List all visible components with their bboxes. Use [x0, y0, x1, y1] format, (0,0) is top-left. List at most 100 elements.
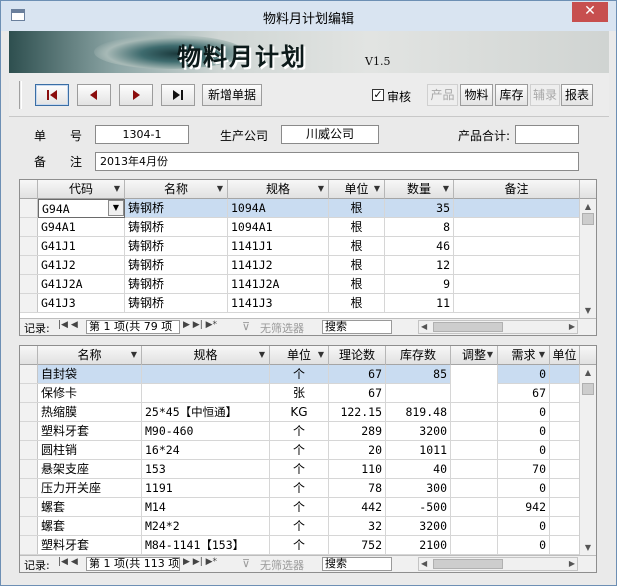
table-row[interactable]: 热缩膜 25*45【中恒通】 KG 122.15 819.48 0 — [20, 403, 596, 422]
table-row[interactable]: G41J2 铸钢桥 1141J2 根 12 — [20, 256, 596, 275]
no-filter-icon[interactable]: ⊽ — [242, 557, 250, 570]
cell-stock[interactable]: -500 — [386, 498, 451, 517]
cell-name[interactable]: 圆柱销 — [38, 441, 142, 460]
cell-spec[interactable]: 1094A1 — [228, 218, 329, 237]
cell-unit[interactable]: 根 — [329, 256, 385, 275]
cell-note[interactable] — [454, 256, 580, 275]
cell-theory[interactable]: 122.15 — [329, 403, 386, 422]
table-row[interactable]: 圆柱销 16*24 个 20 1011 0 — [20, 441, 596, 460]
scroll-thumb[interactable] — [433, 322, 503, 332]
row-selector[interactable] — [20, 517, 38, 535]
cell-adjust[interactable] — [451, 460, 498, 479]
col-header-spec[interactable]: 规格 ▼ — [142, 346, 270, 365]
nav-first-prev-icon[interactable]: |◀ ◀ — [58, 320, 78, 330]
no-filter-icon[interactable]: ⊽ — [242, 320, 250, 333]
cell-code[interactable]: G94A1 — [38, 218, 125, 237]
cell-qty[interactable]: 9 — [385, 275, 454, 294]
cell-unit[interactable]: 根 — [329, 275, 385, 294]
cell-stock[interactable]: 3200 — [386, 422, 451, 441]
row-selector[interactable] — [20, 460, 38, 478]
product-grid-vscroll[interactable]: ▲ ▼ — [579, 199, 596, 319]
cell-adjust[interactable] — [451, 536, 498, 555]
cell-note[interactable] — [454, 199, 580, 218]
cell-name[interactable]: 热缩膜 — [38, 403, 142, 422]
table-row[interactable]: G94A 铸钢桥 1094A 根 35 ▼ — [20, 199, 596, 218]
cell-stock[interactable] — [386, 384, 451, 403]
cell-spec[interactable]: 1141J1 — [228, 237, 329, 256]
cell-spec[interactable]: 1141J2A — [228, 275, 329, 294]
cell-name[interactable]: 螺套 — [38, 517, 142, 536]
cell-name[interactable]: 铸钢桥 — [125, 237, 228, 256]
scroll-thumb[interactable] — [433, 559, 503, 569]
first-record-button[interactable] — [35, 84, 69, 106]
cell-spec[interactable]: 16*24 — [142, 441, 270, 460]
row-selector[interactable] — [20, 536, 38, 554]
cell-demand[interactable]: 0 — [498, 536, 550, 555]
row-selector[interactable] — [20, 365, 38, 383]
cell-demand[interactable]: 0 — [498, 517, 550, 536]
table-row[interactable]: 压力开关座 1191 个 78 300 0 — [20, 479, 596, 498]
cell-spec[interactable]: M14 — [142, 498, 270, 517]
col-header-unit[interactable]: 单位 ▼ — [270, 346, 329, 365]
cell-spec[interactable]: 1094A — [228, 199, 329, 218]
cell-unit[interactable]: 个 — [270, 479, 329, 498]
row-selector[interactable] — [20, 479, 38, 497]
row-selector[interactable] — [20, 199, 38, 217]
cell-note[interactable] — [454, 275, 580, 294]
cell-qty[interactable]: 46 — [385, 237, 454, 256]
cell-spec[interactable]: M24*2 — [142, 517, 270, 536]
product-grid-hscroll[interactable]: ◀ ▶ — [418, 320, 578, 334]
note-field[interactable]: 2013年4月份 — [95, 152, 579, 171]
scroll-right-icon[interactable]: ▶ — [569, 558, 575, 570]
nav-first-prev-icon[interactable]: |◀ ◀ — [58, 557, 78, 567]
cell-stock[interactable]: 40 — [386, 460, 451, 479]
table-row[interactable]: 塑料牙套 M90-460 个 289 3200 0 — [20, 422, 596, 441]
cell-stock[interactable]: 300 — [386, 479, 451, 498]
cell-adjust[interactable] — [451, 517, 498, 536]
cell-name[interactable]: 塑料牙套 — [38, 536, 142, 555]
row-selector[interactable] — [20, 403, 38, 421]
col-header-name[interactable]: 名称 ▼ — [38, 346, 142, 365]
cell-name[interactable]: 铸钢桥 — [125, 218, 228, 237]
cell-demand[interactable]: 70 — [498, 460, 550, 479]
search-input[interactable]: 搜索 — [322, 557, 392, 571]
cell-adjust[interactable] — [451, 479, 498, 498]
cell-adjust[interactable] — [451, 422, 498, 441]
cell-demand[interactable]: 67 — [498, 384, 550, 403]
material-grid-vscroll[interactable]: ▲ ▼ — [579, 365, 596, 556]
cell-spec[interactable] — [142, 365, 270, 384]
cell-theory[interactable]: 752 — [329, 536, 386, 555]
cell-spec[interactable]: 1141J3 — [228, 294, 329, 313]
col-header-code[interactable]: 代码 ▼ — [38, 180, 125, 199]
cell-unit[interactable]: 根 — [329, 199, 385, 218]
cell-code[interactable]: G41J3 — [38, 294, 125, 313]
col-header-name[interactable]: 名称 ▼ — [125, 180, 228, 199]
filter-status[interactable]: 无筛选器 — [260, 557, 304, 572]
cell-adjust[interactable] — [451, 384, 498, 403]
cell-note[interactable] — [454, 237, 580, 256]
cell-name[interactable]: 铸钢桥 — [125, 199, 228, 218]
cell-spec[interactable] — [142, 384, 270, 403]
cell-code[interactable]: G41J1 — [38, 237, 125, 256]
cell-name[interactable]: 铸钢桥 — [125, 294, 228, 313]
scroll-thumb[interactable] — [582, 213, 594, 225]
cell-qty[interactable]: 8 — [385, 218, 454, 237]
cell-unit[interactable]: 个 — [270, 365, 329, 384]
cell-unit[interactable]: 张 — [270, 384, 329, 403]
cell-code[interactable]: G41J2A — [38, 275, 125, 294]
nav-next-last-new-icon[interactable]: ▶ ▶| ▶* — [183, 320, 217, 330]
table-row[interactable]: G41J1 铸钢桥 1141J1 根 46 — [20, 237, 596, 256]
cell-code[interactable]: G41J2 — [38, 256, 125, 275]
cell-spec[interactable]: 153 — [142, 460, 270, 479]
table-row[interactable]: G41J3 铸钢桥 1141J3 根 11 — [20, 294, 596, 313]
inventory-button[interactable]: 库存 — [495, 84, 528, 106]
new-document-button[interactable]: 新增单据 — [202, 84, 262, 106]
cell-spec[interactable]: 1141J2 — [228, 256, 329, 275]
cell-unit[interactable]: 根 — [329, 218, 385, 237]
table-row[interactable]: 自封袋 个 67 85 0 — [20, 365, 596, 384]
material-grid-hscroll[interactable]: ◀ ▶ — [418, 557, 578, 571]
scroll-down-icon[interactable]: ▼ — [580, 540, 596, 556]
cell-unit[interactable]: 个 — [270, 517, 329, 536]
cell-unit[interactable]: 个 — [270, 536, 329, 555]
scroll-thumb[interactable] — [582, 383, 594, 395]
